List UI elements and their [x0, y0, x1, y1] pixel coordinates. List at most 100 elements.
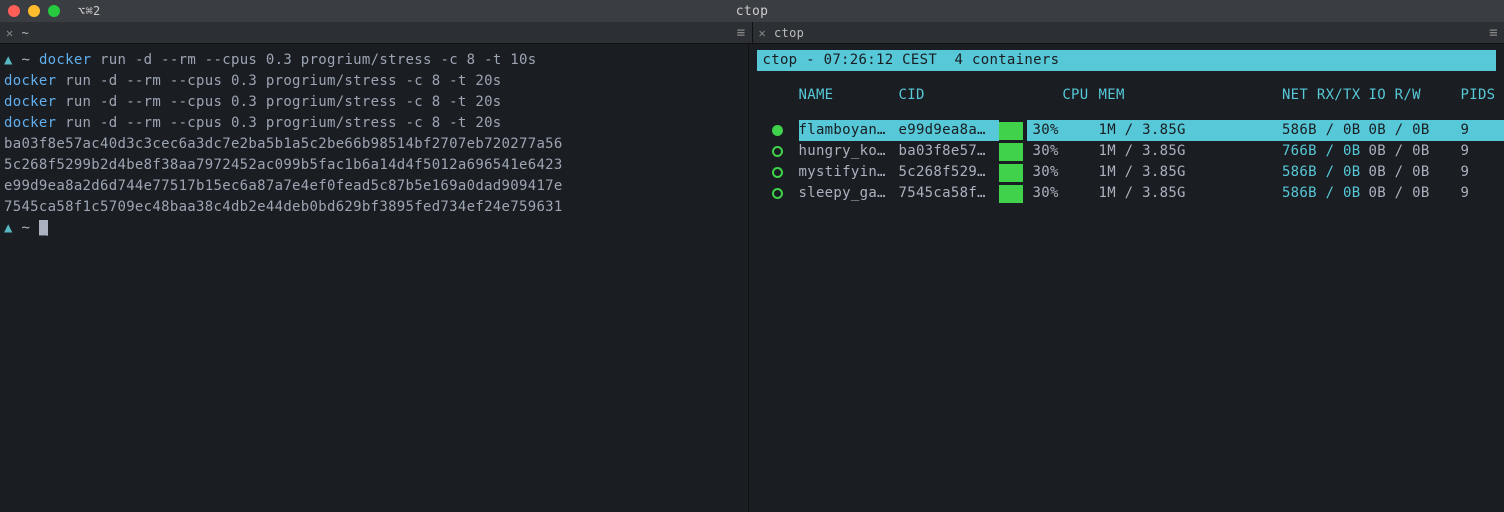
- cpu-percent: 30%: [1027, 120, 1099, 141]
- running-status-icon: [772, 188, 783, 199]
- io-rw: 0B / 0B: [1369, 120, 1461, 141]
- mem-usage: 1M / 3.85G: [1099, 120, 1205, 141]
- terminal-line: ▲ ~ docker run -d --rm --cpus 0.3 progri…: [4, 50, 744, 71]
- col-pids: PIDS: [1461, 85, 1504, 106]
- container-name: mystifyin…: [799, 162, 899, 183]
- output-hash: 5c268f5299b2d4be8f38aa7972452ac099b5fac1…: [4, 155, 744, 176]
- container-cid: 7545ca58f…: [899, 183, 999, 204]
- net-rx: 586B / 0B: [1282, 122, 1361, 138]
- net-rxtx: 586B / 0B: [1205, 162, 1369, 183]
- col-cid: CID: [899, 85, 999, 106]
- window-title: ctop: [736, 4, 769, 19]
- maximize-window-button[interactable]: [48, 5, 60, 17]
- terminal-line: docker run -d --rm --cpus 0.3 progrium/s…: [4, 113, 744, 134]
- cpu-percent: 30%: [1027, 141, 1099, 162]
- ctop-column-headers: NAME CID CPU MEM NET RX/TX IO R/W PIDS: [757, 85, 1497, 106]
- command-args: run -d --rm --cpus 0.3 progrium/stress -…: [56, 73, 501, 89]
- tab-left[interactable]: ✕ ~ ≡: [0, 22, 752, 44]
- cpu-bar: [999, 185, 1023, 203]
- container-name: flamboyan…: [799, 120, 899, 141]
- output-hash: ba03f8e57ac40d3c3cec6a3dc7e2ba5b1a5c2be6…: [4, 134, 744, 155]
- window-title-bar: ⌥⌘2 ctop: [0, 0, 1504, 22]
- running-status-icon: [772, 167, 783, 178]
- col-name: NAME: [799, 85, 899, 106]
- ctop-pane[interactable]: ctop - 07:26:12 CEST 4 containers NAME C…: [748, 44, 1504, 512]
- col-io: IO R/W: [1369, 85, 1461, 106]
- container-row[interactable]: flamboyan…e99d9ea8a… 30%1M / 3.85G 586B / …: [757, 120, 1497, 141]
- net-rx: 766B / 0B: [1282, 143, 1361, 159]
- close-tab-icon[interactable]: ✕: [6, 26, 14, 40]
- ctop-header-time: ctop - 07:26:12 CEST: [763, 52, 938, 68]
- cwd-tilde: ~: [21, 52, 30, 68]
- col-cpu: CPU: [999, 85, 1099, 106]
- pids-count: 9: [1461, 141, 1504, 162]
- cpu-bar: [999, 122, 1023, 140]
- ctop-header: ctop - 07:26:12 CEST 4 containers: [757, 50, 1497, 71]
- net-rx: 586B / 0B: [1282, 164, 1361, 180]
- status-cell: [757, 167, 799, 178]
- running-status-icon: [772, 125, 783, 136]
- cursor: _: [39, 220, 48, 236]
- container-row[interactable]: hungry_ko…ba03f8e57… 30%1M / 3.85G 766B / …: [757, 141, 1497, 162]
- container-row[interactable]: sleepy_ga…7545ca58f… 30%1M / 3.85G 586B / …: [757, 183, 1497, 204]
- mem-usage: 1M / 3.85G: [1099, 183, 1205, 204]
- io-rw: 0B / 0B: [1369, 162, 1461, 183]
- cpu-percent: 30%: [1027, 162, 1099, 183]
- minimize-window-button[interactable]: [28, 5, 40, 17]
- status-cell: [757, 125, 799, 136]
- ctop-rows: flamboyan…e99d9ea8a…30%1M / 3.85G586B / …: [757, 120, 1497, 204]
- col-mem: MEM: [1099, 85, 1205, 106]
- tab-left-title: ~: [22, 26, 30, 40]
- command-args: run -d --rm --cpus 0.3 progrium/stress -…: [56, 94, 501, 110]
- io-rw: 0B / 0B: [1369, 183, 1461, 204]
- pids-count: 9: [1461, 183, 1504, 204]
- net-rxtx: 766B / 0B: [1205, 141, 1369, 162]
- terminal-line: docker run -d --rm --cpus 0.3 progrium/s…: [4, 71, 744, 92]
- running-status-icon: [772, 146, 783, 157]
- io-rw: 0B / 0B: [1369, 141, 1461, 162]
- container-cid: ba03f8e57…: [899, 141, 999, 162]
- cpu-bar-cell: [999, 185, 1027, 203]
- mem-usage: 1M / 3.85G: [1099, 141, 1205, 162]
- pane-menu-icon[interactable]: ≡: [737, 26, 746, 40]
- net-rx: 586B / 0B: [1282, 185, 1361, 201]
- command-name: docker: [4, 115, 56, 131]
- net-rxtx: 586B / 0B: [1205, 120, 1369, 141]
- cwd-tilde: ~: [21, 220, 30, 236]
- mem-usage: 1M / 3.85G: [1099, 162, 1205, 183]
- net-rxtx: 586B / 0B: [1205, 183, 1369, 204]
- traffic-lights: [8, 5, 60, 17]
- status-cell: [757, 146, 799, 157]
- output-hash: 7545ca58f1c5709ec48baa38c4db2e44deb0bd62…: [4, 197, 744, 218]
- close-window-button[interactable]: [8, 5, 20, 17]
- col-net: NET RX/TX: [1205, 85, 1369, 106]
- tab-right-title: ctop: [774, 26, 804, 40]
- container-cid: 5c268f529…: [899, 162, 999, 183]
- cpu-bar-cell: [999, 122, 1027, 140]
- pids-count: 9: [1461, 162, 1504, 183]
- container-name: hungry_ko…: [799, 141, 899, 162]
- terminal-prompt[interactable]: ▲ ~ _: [4, 218, 744, 239]
- output-hash: e99d9ea8a2d6d744e77517b15ec6a87a7e4ef0fe…: [4, 176, 744, 197]
- terminal-line: docker run -d --rm --cpus 0.3 progrium/s…: [4, 92, 744, 113]
- terminal-pane[interactable]: ▲ ~ docker run -d --rm --cpus 0.3 progri…: [0, 44, 748, 512]
- command-name: docker: [39, 52, 91, 68]
- ctop-header-count: 4 containers: [955, 52, 1060, 68]
- prompt-icon: ▲: [4, 220, 13, 236]
- tab-right[interactable]: ✕ ctop ≡: [752, 22, 1504, 44]
- cpu-bar-cell: [999, 164, 1027, 182]
- command-name: docker: [4, 73, 56, 89]
- close-tab-icon[interactable]: ✕: [759, 26, 767, 40]
- tab-bar: ✕ ~ ≡ ✕ ctop ≡: [0, 22, 1504, 44]
- command-args: run -d --rm --cpus 0.3 progrium/stress -…: [91, 52, 536, 68]
- container-name: sleepy_ga…: [799, 183, 899, 204]
- container-row[interactable]: mystifyin…5c268f529… 30%1M / 3.85G 586B / …: [757, 162, 1497, 183]
- pids-count: 9: [1461, 120, 1504, 141]
- pane-menu-icon[interactable]: ≡: [1489, 26, 1498, 40]
- cpu-percent: 30%: [1027, 183, 1099, 204]
- container-cid: e99d9ea8a…: [899, 120, 999, 141]
- cpu-bar: [999, 143, 1023, 161]
- prompt-icon: ▲: [4, 52, 13, 68]
- status-cell: [757, 188, 799, 199]
- command-args: run -d --rm --cpus 0.3 progrium/stress -…: [56, 115, 501, 131]
